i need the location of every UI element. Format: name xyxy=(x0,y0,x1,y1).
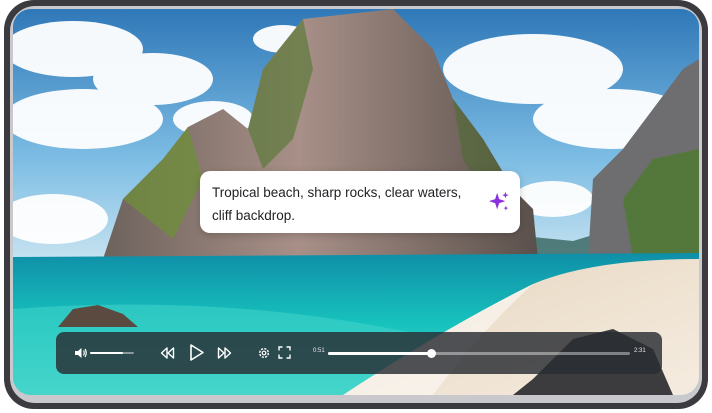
seek-bar-progress xyxy=(328,352,431,355)
duration: 2:31 xyxy=(634,348,646,354)
video-screen[interactable]: Tropical beach, sharp rocks, clear water… xyxy=(13,9,699,395)
caption-line-1: Tropical beach, sharp rocks, clear water… xyxy=(212,185,462,200)
caption-line-2: cliff backdrop. xyxy=(212,208,296,223)
volume-icon[interactable] xyxy=(74,346,88,360)
video-controls-bar: 0:51 2:31 xyxy=(56,332,662,374)
volume-slider[interactable] xyxy=(90,352,134,354)
device-frame: Tropical beach, sharp rocks, clear water… xyxy=(4,0,708,409)
fullscreen-icon[interactable] xyxy=(278,346,291,359)
fast-forward-icon[interactable] xyxy=(217,346,232,360)
rewind-icon[interactable] xyxy=(160,346,175,360)
current-time: 0:51 xyxy=(313,348,325,354)
play-icon[interactable] xyxy=(189,343,205,362)
sparkle-icon[interactable] xyxy=(488,191,510,213)
ai-caption-card: Tropical beach, sharp rocks, clear water… xyxy=(200,171,520,233)
seek-bar[interactable] xyxy=(328,349,630,358)
gear-icon[interactable] xyxy=(257,346,271,360)
volume-slider-fill xyxy=(90,352,123,354)
seek-handle[interactable] xyxy=(426,349,436,358)
